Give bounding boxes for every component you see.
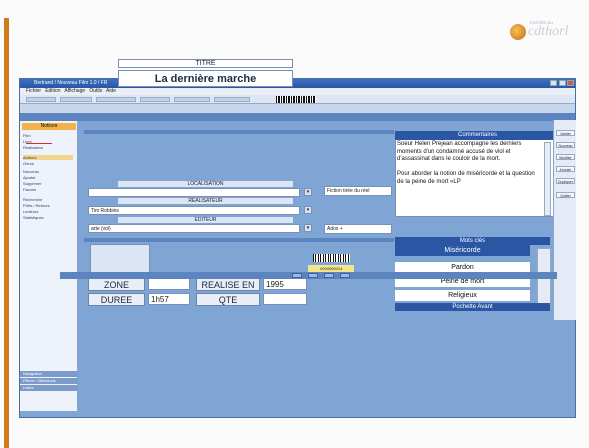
menu-item-aide[interactable]: Aide — [106, 88, 116, 94]
left-navigation-panel: Notices Film Livre Réalisateur Acteurs G… — [20, 121, 78, 411]
annuler-button[interactable]: Annuler — [556, 166, 575, 172]
adulte-field[interactable]: Ados + — [324, 224, 392, 234]
toolbar-button[interactable] — [174, 97, 210, 102]
titre-label: TITRE — [118, 59, 293, 68]
sidebar-item-favoris[interactable]: Favoris — [23, 187, 73, 192]
qte-field[interactable] — [263, 293, 307, 305]
keyword-item[interactable]: Religieux — [395, 290, 530, 301]
menu-item-edition[interactable]: Edition — [45, 88, 60, 94]
nav-section-filtres[interactable]: Filtres / Sélections — [20, 378, 78, 384]
menu-bar: Fichier Edition Affichage Outils Aide — [20, 88, 575, 95]
toolbar-button[interactable] — [214, 97, 250, 102]
previous-record-button[interactable] — [308, 273, 318, 278]
menu-item-fichier[interactable]: Fichier — [26, 88, 41, 94]
action-column: Valider Nouveau Modifier Annuler Dupliqu… — [553, 120, 576, 320]
toolbar-button[interactable] — [96, 97, 136, 102]
toolbar-button[interactable] — [140, 97, 170, 102]
sidebar-item-prets[interactable]: Prêts / Retours — [23, 203, 73, 208]
menu-item-affichage[interactable]: Affichage — [64, 88, 85, 94]
search-toolbar — [20, 104, 575, 113]
sidebar-item-recherche[interactable]: Recherche — [23, 197, 73, 202]
maximize-button[interactable] — [559, 80, 566, 86]
sidebar-item-statistiques[interactable]: Statistiques — [23, 215, 73, 220]
sidebar-item-acteurs[interactable]: Acteurs — [23, 155, 73, 160]
window-titlebar: Bertrand / Nouveau Film 1.0 / FR — [20, 79, 575, 88]
comments-text[interactable]: Soeur Helen Prejean accompagne les derni… — [397, 141, 542, 186]
comments-scrollbar[interactable] — [544, 142, 551, 216]
progress-underline — [26, 143, 52, 144]
duree-field[interactable]: 1h57 — [148, 293, 190, 305]
nav-section-navigation[interactable]: Navigation — [20, 371, 78, 377]
localisation-label: LOCALISATION — [118, 181, 293, 187]
next-record-button[interactable] — [324, 273, 334, 278]
zone-button[interactable]: ZONE — [88, 278, 145, 291]
record-navigation-bar — [60, 272, 557, 279]
toolbar — [20, 95, 575, 104]
duree-button[interactable]: DUREE — [88, 293, 145, 306]
sidebar-item-supprimer[interactable]: Supprimer — [23, 181, 73, 186]
record-toolbar — [20, 113, 575, 121]
localisation-dropdown-button[interactable]: ▾ — [304, 188, 312, 196]
logo-circle-icon — [510, 24, 526, 40]
pochette-avant-header: Pochette Avant — [395, 303, 550, 311]
realise-en-button[interactable]: REALISE EN — [196, 278, 260, 291]
realise-en-field[interactable]: 1995 — [263, 278, 307, 290]
logo-text: cdthorl — [528, 24, 569, 39]
keywords-header: Mots clés — [395, 237, 550, 245]
minimize-button[interactable] — [550, 80, 557, 86]
sidebar-item-lecteurs[interactable]: Lecteurs — [23, 209, 73, 214]
quitter-button[interactable]: Quitter — [556, 192, 575, 198]
barcode-number: V000000014 — [308, 265, 354, 272]
modifier-button[interactable]: Modifier — [556, 154, 575, 160]
keyword-item[interactable]: Miséricorde — [395, 245, 530, 256]
sidebar-item-genre[interactable]: Genre — [23, 161, 73, 166]
valider-button[interactable]: Valider — [556, 130, 575, 136]
barcode-image — [313, 254, 350, 262]
toolbar-button[interactable] — [60, 97, 92, 102]
sidebar-item-realisateur[interactable]: Réalisateur — [23, 145, 73, 150]
left-panel-header: Notices — [22, 123, 76, 130]
dupliquer-button[interactable]: Dupliquer — [556, 178, 575, 184]
editeur-field[interactable]: arte (vol) — [88, 224, 300, 233]
realisateur-dropdown-button[interactable]: ▾ — [304, 206, 312, 214]
localisation-field[interactable] — [88, 188, 300, 197]
first-record-button[interactable] — [292, 273, 302, 278]
editeur-label: EDITEUR — [118, 217, 293, 223]
sidebar-item-film[interactable]: Film — [23, 133, 73, 138]
sidebar-item-ajouter[interactable]: Ajouter — [23, 175, 73, 180]
brand-logo: ENTRÉE DU cdthorl — [510, 20, 582, 46]
nav-section-listes[interactable]: Listes — [20, 385, 78, 391]
barcode-icon[interactable] — [276, 96, 316, 103]
close-button[interactable] — [567, 80, 574, 86]
realisateur-field[interactable]: Tim Robbins — [88, 206, 300, 215]
editeur-dropdown-button[interactable]: ▾ — [304, 224, 312, 232]
qte-button[interactable]: QTE — [196, 293, 260, 306]
last-record-button[interactable] — [340, 273, 350, 278]
nouveau-button[interactable]: Nouveau — [556, 142, 575, 148]
section-header — [84, 238, 394, 242]
realisateur-label: REALISATEUR — [118, 198, 293, 204]
title-field[interactable]: La dernière marche — [118, 70, 293, 87]
toolbar-button[interactable] — [26, 97, 56, 102]
zone-field[interactable] — [148, 278, 190, 290]
comments-header: Commentaires — [395, 131, 560, 140]
fiction-field[interactable]: Fiction tirée du réel — [324, 186, 392, 196]
menu-item-outils[interactable]: Outils — [89, 88, 102, 94]
accent-bar — [4, 18, 9, 448]
sidebar-item-nouveau[interactable]: Nouveau — [23, 169, 73, 174]
section-header — [84, 130, 394, 134]
